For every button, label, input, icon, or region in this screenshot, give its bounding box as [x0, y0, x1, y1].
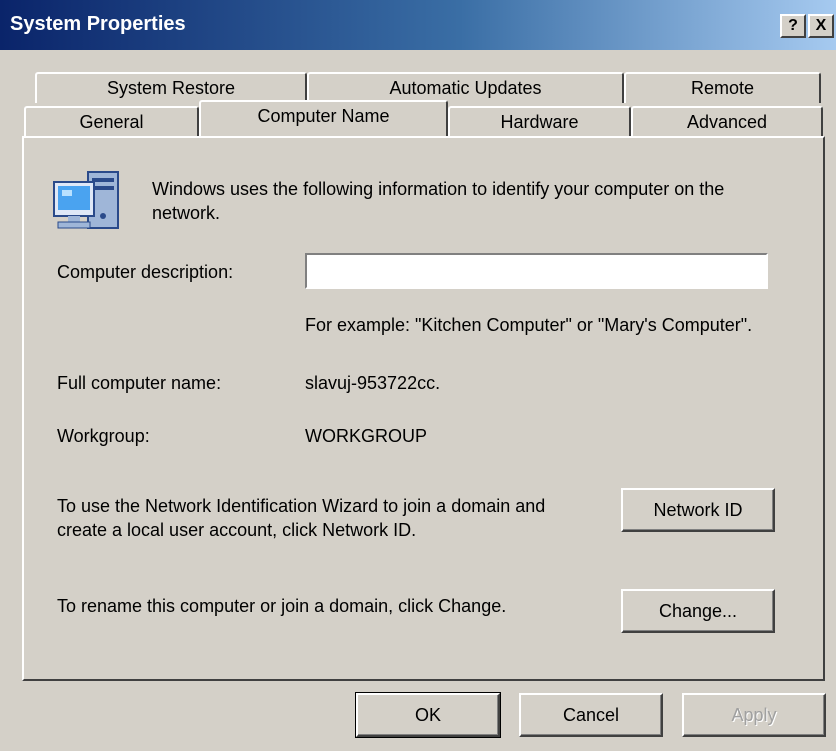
tab-general[interactable]: General	[24, 106, 199, 137]
apply-button[interactable]: Apply	[682, 693, 826, 737]
network-id-button[interactable]: Network ID	[621, 488, 775, 532]
full-computer-name-value: slavuj-953722cc.	[305, 373, 441, 393]
example-text: For example: "Kitchen Computer" or "Mary…	[305, 315, 753, 335]
network-id-instructions: To use the Network Identification Wizard…	[57, 496, 546, 540]
computer-description-label: Computer description:	[57, 262, 234, 282]
window-title: System Properties	[10, 13, 186, 35]
cancel-button[interactable]: Cancel	[519, 693, 663, 737]
tab-advanced[interactable]: Advanced	[631, 106, 823, 137]
help-button[interactable]: ?	[780, 14, 806, 38]
full-computer-name-label: Full computer name:	[57, 373, 222, 393]
tab-computer-name[interactable]: Computer Name	[199, 100, 448, 136]
tab-hardware[interactable]: Hardware	[448, 106, 631, 137]
ok-button[interactable]: OK	[355, 692, 501, 738]
close-button[interactable]: X	[808, 14, 834, 38]
tab-system-restore[interactable]: System Restore	[35, 72, 307, 103]
computer-network-icon	[48, 168, 126, 240]
title-bar[interactable]: System Properties ? X	[0, 0, 836, 50]
workgroup-label: Workgroup:	[57, 426, 150, 446]
tab-remote[interactable]: Remote	[624, 72, 821, 103]
change-button[interactable]: Change...	[621, 589, 775, 633]
tab-automatic-updates[interactable]: Automatic Updates	[307, 72, 624, 103]
rename-instructions: To rename this computer or join a domain…	[57, 596, 507, 616]
workgroup-value: WORKGROUP	[305, 426, 428, 446]
computer-description-input[interactable]	[305, 253, 768, 289]
intro-text: Windows uses the following information t…	[152, 179, 725, 223]
